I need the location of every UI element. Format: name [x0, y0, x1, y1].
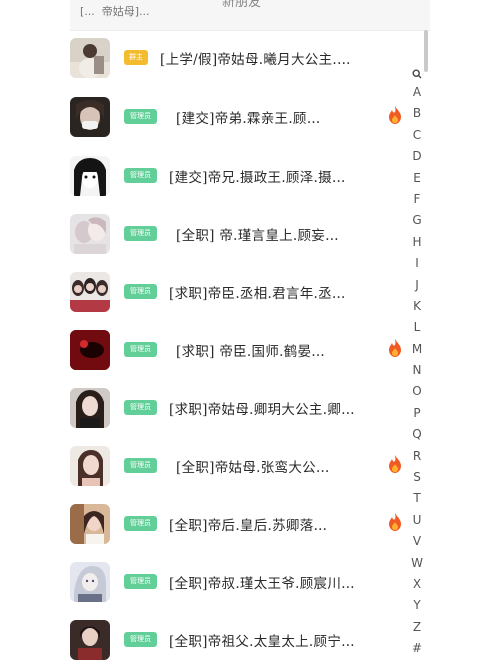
index-search-icon[interactable]	[409, 64, 425, 82]
index-letter[interactable]: C	[409, 125, 425, 146]
index-letter[interactable]: S	[409, 467, 425, 488]
index-letter[interactable]: X	[409, 574, 425, 595]
avatar[interactable]	[70, 562, 110, 602]
member-row[interactable]: 群主 [上学/假]帝姑母.曦月大公主.…	[70, 38, 410, 96]
role-badge: 管理员	[124, 284, 157, 299]
search-input[interactable]	[80, 2, 210, 20]
index-letter[interactable]: P	[409, 403, 425, 424]
index-letter[interactable]: M	[409, 339, 425, 360]
index-letter[interactable]: B	[409, 103, 425, 124]
fire-icon	[389, 513, 401, 531]
fire-icon	[389, 339, 401, 357]
member-row[interactable]: 管理员 [全职]帝祖父.太皇太上.顾宁…	[70, 620, 410, 666]
member-name: [求职] 帝臣.国师.鹤晏…	[176, 344, 326, 360]
role-badge: 群主	[124, 50, 148, 65]
role-badge: 管理员	[124, 632, 157, 647]
top-bar: 新朋友	[70, 0, 430, 31]
index-letter[interactable]: L	[409, 317, 425, 338]
page-title: 新朋友	[222, 0, 262, 10]
member-name: [建交]帝兄.摄政王.顾泽.摄…	[169, 170, 346, 186]
fire-icon	[389, 455, 401, 473]
index-letter[interactable]: R	[409, 446, 425, 467]
member-name: [全职]帝叔.瑾太王爷.顾宸川…	[169, 576, 355, 592]
avatar[interactable]	[70, 272, 110, 312]
index-letter[interactable]: F	[409, 189, 425, 210]
index-letter[interactable]: I	[409, 253, 425, 274]
role-badge: 管理员	[124, 574, 157, 589]
fire-icon	[389, 106, 401, 124]
member-list-screen: 新朋友 群主 [上学/假]帝姑母.曦月大公主.… 管理员 [建交]帝弟.霖亲王.…	[70, 0, 430, 666]
avatar[interactable]	[70, 97, 110, 137]
member-row[interactable]: 管理员 [建交]帝弟.霖亲王.顾…	[70, 97, 410, 155]
member-name: [上学/假]帝姑母.曦月大公主.…	[160, 52, 351, 68]
index-letter[interactable]: E	[409, 168, 425, 189]
member-row[interactable]: 管理员 [全职]帝后.皇后.苏卿落…	[70, 504, 410, 562]
index-letter[interactable]: Y	[409, 595, 425, 616]
index-letter[interactable]: U	[409, 510, 425, 531]
index-letter[interactable]: O	[409, 381, 425, 402]
avatar[interactable]	[70, 330, 110, 370]
index-letter[interactable]: N	[409, 360, 425, 381]
alphabet-index[interactable]: A B C D E F G H I J K L M N O P Q R S T …	[409, 64, 425, 660]
role-badge: 管理员	[124, 342, 157, 357]
index-letter[interactable]: Q	[409, 424, 425, 445]
index-letter[interactable]: A	[409, 82, 425, 103]
member-row[interactable]: 管理员 [求职]帝姑母.卿玥大公主.卿…	[70, 388, 410, 446]
member-row[interactable]: 管理员 [全职] 帝.瑾言皇上.顾妄…	[70, 214, 410, 272]
index-letter[interactable]: T	[409, 488, 425, 509]
index-letter[interactable]: Z	[409, 617, 425, 638]
index-letter[interactable]: H	[409, 232, 425, 253]
avatar[interactable]	[70, 156, 110, 196]
member-name: [全职]帝姑母.张鸾大公…	[176, 460, 330, 476]
index-letter[interactable]: V	[409, 531, 425, 552]
member-row[interactable]: 管理员 [求职] 帝臣.国师.鹤晏…	[70, 330, 410, 388]
member-row[interactable]: 管理员 [建交]帝兄.摄政王.顾泽.摄…	[70, 156, 410, 214]
index-letter[interactable]: W	[409, 553, 425, 574]
member-row[interactable]: 管理员 [全职]帝姑母.张鸾大公…	[70, 446, 410, 504]
index-letter[interactable]: #	[409, 638, 425, 659]
role-badge: 管理员	[124, 109, 157, 124]
avatar[interactable]	[70, 388, 110, 428]
member-name: [全职]帝后.皇后.苏卿落…	[169, 518, 328, 534]
member-name: [建交]帝弟.霖亲王.顾…	[176, 111, 321, 127]
member-row[interactable]: 管理员 [全职]帝叔.瑾太王爷.顾宸川…	[70, 562, 410, 620]
member-name: [全职]帝祖父.太皇太上.顾宁…	[169, 634, 355, 650]
index-letter[interactable]: J	[409, 275, 425, 296]
member-name: [求职]帝臣.丞相.君言年.丞…	[169, 286, 346, 302]
role-badge: 管理员	[124, 458, 157, 473]
avatar[interactable]	[70, 214, 110, 254]
avatar[interactable]	[70, 446, 110, 486]
avatar[interactable]	[70, 504, 110, 544]
index-letter[interactable]: K	[409, 296, 425, 317]
member-name: [求职]帝姑母.卿玥大公主.卿…	[169, 402, 355, 418]
role-badge: 管理员	[124, 400, 157, 415]
avatar[interactable]	[70, 38, 110, 78]
member-row[interactable]: 管理员 [求职]帝臣.丞相.君言年.丞…	[70, 272, 410, 330]
role-badge: 管理员	[124, 168, 157, 183]
role-badge: 管理员	[124, 516, 157, 531]
role-badge: 管理员	[124, 226, 157, 241]
member-name: [全职] 帝.瑾言皇上.顾妄…	[176, 228, 339, 244]
index-letter[interactable]: G	[409, 210, 425, 231]
index-letter[interactable]: D	[409, 146, 425, 167]
avatar[interactable]	[70, 620, 110, 660]
